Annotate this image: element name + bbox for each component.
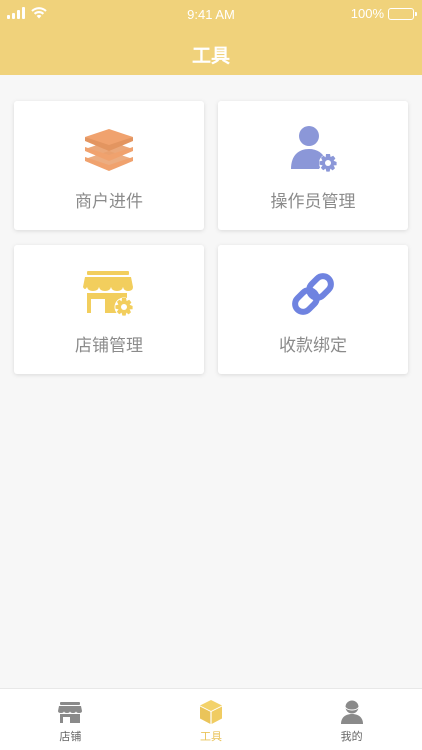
box-icon bbox=[200, 700, 222, 724]
tool-card-merchant-onboarding[interactable]: 商户进件 bbox=[14, 101, 204, 230]
page-title: 工具 bbox=[191, 45, 230, 67]
tool-label: 操作员管理 bbox=[270, 192, 356, 212]
tab-mine[interactable]: 我的 bbox=[281, 689, 422, 750]
tab-tools[interactable]: 工具 bbox=[141, 689, 282, 750]
bottom-tab-bar: 店铺 工具 我的 bbox=[0, 688, 422, 750]
tab-label: 店铺 bbox=[59, 730, 82, 743]
user-gear-icon bbox=[291, 126, 337, 172]
battery-percent: 100% bbox=[350, 6, 384, 21]
tool-card-payment-binding[interactable]: 收款绑定 bbox=[218, 245, 408, 374]
tool-card-operator-management[interactable]: 操作员管理 bbox=[218, 101, 408, 230]
tool-card-store-management[interactable]: 店铺管理 bbox=[14, 245, 204, 374]
status-bar: 9:41 AM 100% bbox=[0, 0, 422, 28]
tool-label: 收款绑定 bbox=[279, 336, 347, 356]
status-right: 100% bbox=[350, 6, 417, 21]
link-icon bbox=[292, 273, 334, 315]
tab-label: 我的 bbox=[340, 730, 363, 743]
tool-label: 商户进件 bbox=[75, 192, 143, 212]
tab-label: 工具 bbox=[200, 730, 222, 743]
layers-icon bbox=[85, 129, 133, 171]
battery-icon bbox=[388, 7, 417, 20]
tab-store[interactable]: 店铺 bbox=[0, 689, 141, 750]
profile-icon bbox=[340, 700, 363, 724]
store-icon bbox=[58, 702, 83, 723]
tool-label: 店铺管理 bbox=[75, 336, 143, 356]
store-gear-icon bbox=[83, 271, 134, 317]
app-header: 9:41 AM 100% 工具 bbox=[0, 0, 422, 75]
